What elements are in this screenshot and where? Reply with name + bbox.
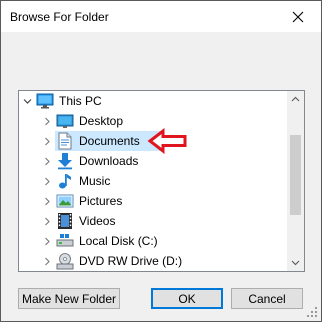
local-disk-icon [56, 232, 74, 250]
make-new-folder-button[interactable]: Make New Folder [18, 288, 120, 309]
chevron-right-icon[interactable] [42, 116, 52, 126]
tree-item-label: Documents [79, 134, 140, 148]
chevron-up-icon [291, 96, 300, 102]
videos-icon [56, 212, 74, 230]
tree-item-local-disk[interactable]: Local Disk (C:) [19, 231, 287, 251]
chevron-right-icon[interactable] [42, 176, 52, 186]
tree-item-label: DVD RW Drive (D:) [79, 254, 183, 268]
this-pc-icon [36, 92, 54, 110]
folder-tree[interactable]: This PC Desktop Documents Downloads Musi… [18, 90, 305, 272]
close-icon [292, 11, 304, 22]
chevron-right-icon[interactable] [42, 156, 52, 166]
downloads-icon [56, 152, 74, 170]
chevron-down-icon [291, 260, 300, 266]
tree-item-label: This PC [59, 94, 102, 108]
chevron-right-icon[interactable] [42, 136, 52, 146]
title-bar[interactable]: Browse For Folder [1, 1, 321, 32]
vertical-scrollbar[interactable] [287, 91, 304, 271]
tree-item-videos[interactable]: Videos [19, 211, 287, 231]
tree-item-label: Desktop [79, 114, 124, 128]
tree-item-pictures[interactable]: Pictures [19, 191, 287, 211]
ok-button[interactable]: OK [151, 288, 223, 309]
chevron-right-icon[interactable] [42, 216, 52, 226]
close-button[interactable] [275, 1, 321, 32]
desktop-folder-icon [56, 112, 74, 130]
scroll-down-button[interactable] [287, 254, 304, 271]
browse-for-folder-dialog: Browse For Folder This PC Desktop Docume… [0, 0, 322, 322]
chevron-right-icon[interactable] [42, 256, 52, 266]
tree-item-label: Local Disk (C:) [79, 234, 158, 248]
scroll-up-button[interactable] [287, 91, 304, 108]
chevron-right-icon[interactable] [42, 236, 52, 246]
chevron-right-icon[interactable] [42, 196, 52, 206]
cancel-button[interactable]: Cancel [231, 288, 303, 309]
tree-item-label: Downloads [79, 154, 139, 168]
tree-item-label: Videos [79, 214, 116, 228]
dvd-drive-icon [56, 252, 74, 270]
pictures-icon [56, 192, 74, 210]
tree-item-downloads[interactable]: Downloads [19, 151, 287, 171]
tree-item-music[interactable]: Music [19, 171, 287, 191]
tree-item-label: Pictures [79, 194, 123, 208]
window-title: Browse For Folder [10, 10, 109, 24]
music-icon [56, 172, 74, 190]
tree-item-label: Music [79, 174, 111, 188]
tree-item-documents[interactable]: Documents [19, 128, 287, 154]
tree-item-dvd-drive[interactable]: DVD RW Drive (D:) [19, 251, 287, 271]
resize-grip-icon[interactable] [306, 306, 318, 318]
chevron-down-icon[interactable] [22, 96, 32, 106]
documents-icon [56, 132, 74, 150]
scroll-thumb[interactable] [290, 135, 301, 215]
tree-item-this-pc[interactable]: This PC [19, 91, 287, 111]
